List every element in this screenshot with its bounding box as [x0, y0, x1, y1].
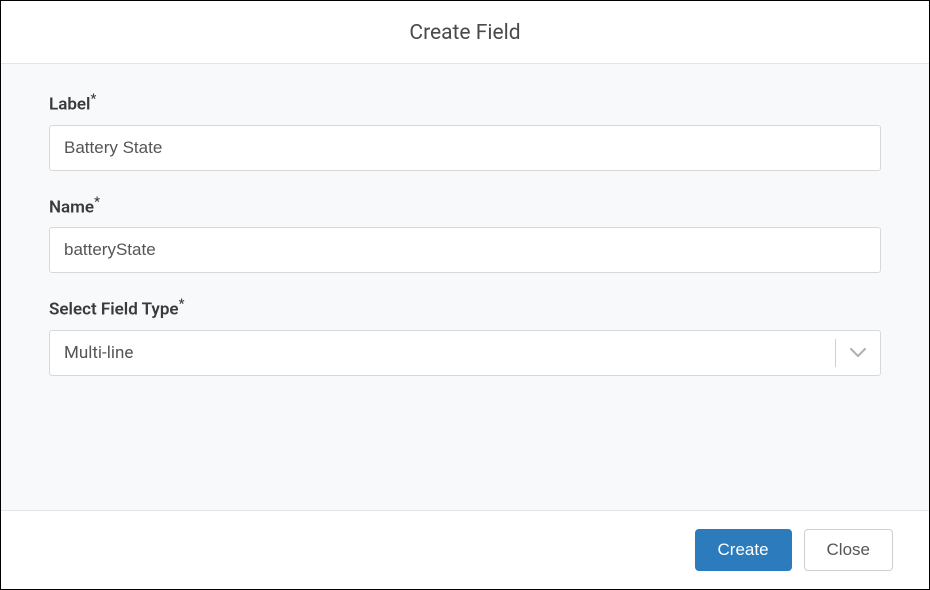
select-wrapper: Multi-line: [49, 330, 881, 376]
label-text: Name: [49, 197, 94, 217]
form-group-type: Select Field Type* Multi-line: [49, 297, 881, 376]
create-field-modal: Create Field Label* Name* Select Field T…: [0, 0, 930, 590]
type-field-label: Select Field Type*: [49, 297, 881, 320]
name-input[interactable]: [49, 227, 881, 273]
form-group-name: Name*: [49, 195, 881, 274]
create-button[interactable]: Create: [695, 529, 792, 571]
label-input[interactable]: [49, 125, 881, 171]
label-text: Label: [49, 95, 90, 115]
label-field-label: Label*: [49, 92, 881, 115]
close-button[interactable]: Close: [804, 529, 893, 571]
modal-header: Create Field: [1, 1, 929, 64]
modal-title: Create Field: [1, 21, 929, 45]
required-asterisk: *: [179, 297, 185, 312]
modal-footer: Create Close: [1, 510, 929, 589]
select-value: Multi-line: [64, 343, 133, 363]
label-text: Select Field Type: [49, 300, 179, 320]
name-field-label: Name*: [49, 195, 881, 218]
required-asterisk: *: [90, 92, 96, 107]
select-divider: [835, 339, 836, 367]
select-arrow-wrapper: [835, 341, 866, 365]
required-asterisk: *: [94, 195, 100, 210]
field-type-select[interactable]: Multi-line: [49, 330, 881, 376]
form-group-label: Label*: [49, 92, 881, 171]
modal-body: Label* Name* Select Field Type* Multi-li…: [1, 64, 929, 510]
chevron-down-icon: [850, 348, 866, 358]
